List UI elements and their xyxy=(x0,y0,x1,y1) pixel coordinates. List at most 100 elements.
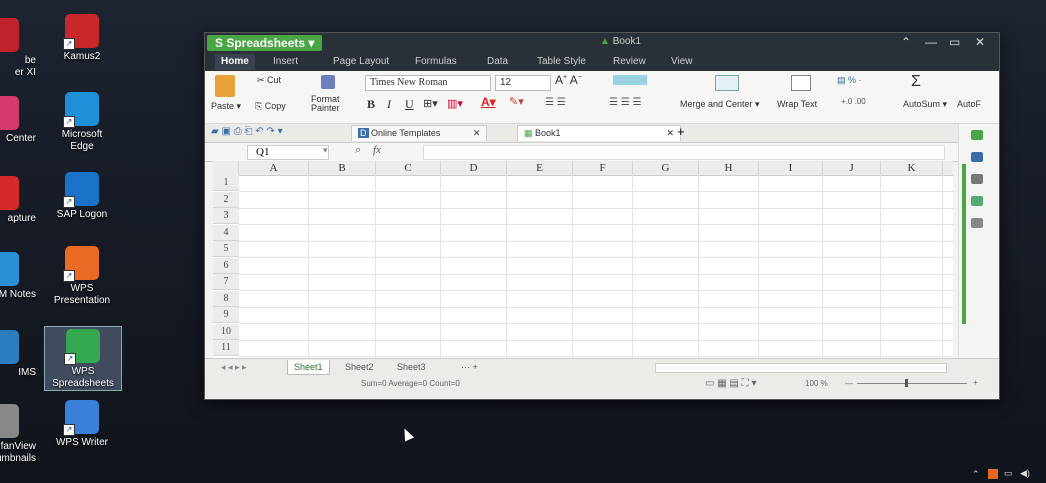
menu-home[interactable]: Home xyxy=(215,54,255,70)
font-name-select[interactable]: Times New Roman xyxy=(365,75,491,91)
panel-icon-4[interactable] xyxy=(971,196,983,206)
autosum-button[interactable]: AutoSum ▾ xyxy=(903,99,947,110)
tray-up-icon[interactable]: ⌃ xyxy=(972,469,980,480)
volume-icon[interactable]: ◀) xyxy=(1020,468,1030,479)
formula-input[interactable] xyxy=(423,145,945,160)
merge-center-button[interactable]: Merge and Center ▾ xyxy=(680,99,760,110)
zoom-slider[interactable] xyxy=(857,383,967,384)
underline-button[interactable]: U xyxy=(405,97,414,112)
number-format-icon[interactable]: ▤ % · xyxy=(837,75,862,86)
zoom-formula-icon[interactable]: ⌕ xyxy=(355,144,361,157)
row-header[interactable]: 9 xyxy=(213,307,239,323)
horizontal-scrollbar[interactable] xyxy=(655,363,947,373)
desktop-partial-icon[interactable]: IMS xyxy=(0,330,40,379)
autofill-button[interactable]: AutoF xyxy=(957,99,981,109)
format-painter-button[interactable]: Format Painter xyxy=(311,95,340,113)
paste-button[interactable]: Paste ▾ xyxy=(211,101,241,112)
row-header[interactable]: 2 xyxy=(213,191,239,208)
add-sheet-button[interactable]: ··· + xyxy=(455,360,484,374)
restore-icon[interactable]: ▭ xyxy=(949,35,960,49)
row-header[interactable]: 7 xyxy=(213,274,239,290)
close-icon[interactable]: ✕ xyxy=(975,35,985,49)
column-header[interactable]: J xyxy=(823,161,881,175)
network-icon[interactable]: ▭ xyxy=(1004,468,1013,479)
vertical-scrollbar[interactable] xyxy=(962,164,966,324)
desktop-partial-icon[interactable]: Center xyxy=(0,96,40,145)
column-header[interactable]: F xyxy=(573,161,633,175)
row-header[interactable]: 8 xyxy=(213,290,239,307)
panel-icon-3[interactable] xyxy=(971,174,983,184)
tab-online-templates[interactable]: D Online Templates ✕ xyxy=(351,125,488,141)
row-header[interactable]: 10 xyxy=(213,323,239,340)
desktop-partial-icon[interactable]: be er XI xyxy=(0,18,40,79)
row-header[interactable]: 1 xyxy=(213,175,239,191)
zoom-level[interactable]: 100 % xyxy=(805,379,828,388)
panel-icon-2[interactable] xyxy=(971,152,983,162)
menu-formulas[interactable]: Formulas xyxy=(415,56,457,67)
column-header[interactable]: E xyxy=(507,161,573,175)
column-header[interactable]: B xyxy=(309,161,376,175)
copy-button[interactable]: ⎘ Copy xyxy=(255,101,286,112)
select-all-corner[interactable] xyxy=(213,161,239,175)
column-header[interactable]: D xyxy=(441,161,507,175)
row-header[interactable]: 6 xyxy=(213,257,239,274)
decimal-icons[interactable]: +.0 .00 xyxy=(841,97,866,106)
paste-icon[interactable] xyxy=(215,75,235,97)
bold-button[interactable]: B xyxy=(367,97,375,112)
borders-icon[interactable]: ⊞▾ xyxy=(423,97,438,110)
zoom-slider-thumb[interactable] xyxy=(905,379,908,387)
desktop-icon[interactable]: ↗ WPS Presentation xyxy=(44,246,120,307)
row-header[interactable]: 5 xyxy=(213,241,239,257)
column-header[interactable]: K xyxy=(881,161,943,175)
font-color-icon[interactable]: A▾ xyxy=(481,95,496,109)
desktop-icon[interactable]: ↗ Microsoft Edge xyxy=(44,92,120,153)
panel-icon-5[interactable] xyxy=(971,218,983,228)
collapse-icon[interactable]: ⌃ xyxy=(901,35,911,49)
grow-font-icon[interactable]: A+ A− xyxy=(555,73,582,87)
view-mode-icons[interactable]: ▭ ▦ ▤ ⛶ ▾ xyxy=(705,378,756,389)
font-size-select[interactable]: 12 xyxy=(495,75,551,91)
cut-button[interactable]: ✂ Cut xyxy=(257,75,281,86)
column-header[interactable]: G xyxy=(633,161,699,175)
quick-icons[interactable]: ▰ ▣ ⎙ ⎗ ↶ ↷ ▾ xyxy=(211,126,283,137)
column-header[interactable]: H xyxy=(699,161,759,175)
indent-icon[interactable]: ☰ ☰ xyxy=(545,97,566,108)
zoom-in-icon[interactable]: + xyxy=(973,378,978,387)
desktop-icon[interactable]: ↗ Kamus2 xyxy=(44,14,120,63)
minimize-icon[interactable]: — xyxy=(925,35,937,49)
zoom-out-icon[interactable]: — xyxy=(845,379,853,388)
new-tab-icon[interactable]: + xyxy=(677,124,685,139)
row-header[interactable]: 4 xyxy=(213,224,239,241)
spreadsheet-grid[interactable]: ABCDEFGHIJK 1 2 3 4 5 6 7 8 9 10 11 xyxy=(213,161,953,358)
wrap-text-button[interactable]: Wrap Text xyxy=(777,99,817,109)
menu-insert[interactable]: Insert xyxy=(273,56,298,67)
menu-view[interactable]: View xyxy=(671,56,693,67)
sheet-tab-sheet2[interactable]: Sheet2 xyxy=(339,360,380,374)
close-tab-icon[interactable]: ✕ xyxy=(473,128,481,138)
desktop-icon[interactable]: ↗ SAP Logon xyxy=(44,172,120,221)
tray-app-icon[interactable] xyxy=(988,469,998,479)
menu-page-layout[interactable]: Page Layout xyxy=(333,56,389,67)
row-header[interactable]: 11 xyxy=(213,340,239,356)
menu-data[interactable]: Data xyxy=(487,56,508,67)
column-header[interactable]: I xyxy=(759,161,823,175)
desktop-icon[interactable]: ↗ WPS Spreadsheets xyxy=(44,326,122,391)
align-icons[interactable]: ☰ ☰ ☰ xyxy=(609,97,641,108)
menu-review[interactable]: Review xyxy=(613,56,646,67)
menu-table-style[interactable]: Table Style xyxy=(537,56,586,67)
column-header[interactable]: A xyxy=(239,161,309,175)
sheet-tab-sheet1[interactable]: Sheet1 xyxy=(287,360,330,375)
app-menu-button[interactable]: S Spreadsheets ▾ xyxy=(207,35,323,51)
sheet-tab-sheet3[interactable]: Sheet3 xyxy=(391,360,432,374)
desktop-partial-icon[interactable]: apture xyxy=(0,176,40,225)
sheet-nav-icons[interactable]: ◂ ◂ ▸ ▸ xyxy=(215,360,253,374)
fill-color-icon[interactable]: ▥▾ xyxy=(447,97,463,110)
close-book-tab-icon[interactable]: ✕ xyxy=(666,126,674,141)
name-box[interactable]: Q1 xyxy=(247,145,329,160)
italic-button[interactable]: I xyxy=(387,97,391,112)
desktop-icon[interactable]: ↗ WPS Writer xyxy=(44,400,120,449)
align-top-icon[interactable] xyxy=(613,75,647,85)
column-header[interactable]: C xyxy=(376,161,441,175)
desktop-partial-icon[interactable]: ufanView humbnails xyxy=(0,404,40,465)
panel-icon-1[interactable] xyxy=(971,130,983,140)
